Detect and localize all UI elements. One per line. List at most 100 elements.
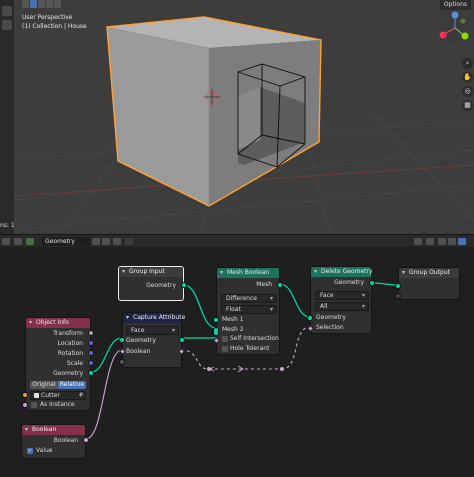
node-tree-icon[interactable] <box>26 238 34 245</box>
mesh2-label: Mesh 2 <box>222 326 244 333</box>
scale-socket[interactable] <box>88 360 94 366</box>
hole-tolerant-checkbox[interactable] <box>222 346 228 352</box>
transform-output-label: Transform <box>53 330 83 337</box>
view-menu-icon[interactable] <box>14 238 22 245</box>
capture-geometry-in-socket[interactable] <box>119 337 125 343</box>
close-icon[interactable] <box>113 238 121 245</box>
group-input-geometry-socket[interactable] <box>181 282 187 288</box>
select-extend-icon[interactable] <box>38 0 45 8</box>
clear-object-icon[interactable]: ✕ <box>79 391 84 398</box>
value-checkbox[interactable]: ✓ <box>27 448 33 454</box>
snap-icon[interactable] <box>426 238 434 245</box>
group-output-extra-socket[interactable] <box>395 293 401 299</box>
group-input-header[interactable]: Group Input <box>119 267 183 277</box>
3d-viewport[interactable]: User Perspective (1) Collection | House … <box>0 0 474 234</box>
location-socket[interactable] <box>88 340 94 346</box>
capture-attribute-header[interactable]: Capture Attribute <box>123 313 185 323</box>
delete-geometry-output-socket[interactable] <box>369 280 375 286</box>
sidebar-cut-text: ns: 1 <box>0 222 15 229</box>
boolean-header[interactable]: Boolean <box>22 425 85 435</box>
link-mesh-to-delete <box>279 283 311 318</box>
mesh1-socket[interactable] <box>213 317 219 323</box>
select-subtract-icon[interactable] <box>46 0 53 8</box>
select-box-icon[interactable] <box>30 0 37 8</box>
object-input-socket[interactable] <box>22 392 28 398</box>
as-instance-socket[interactable] <box>22 402 28 408</box>
overlays-toggle-icon[interactable] <box>458 238 466 245</box>
grid-icon[interactable]: ▦ <box>462 100 473 111</box>
delete-geometry-label: Geometry <box>316 314 346 321</box>
viewport-scene[interactable] <box>0 0 474 234</box>
proportional-icon[interactable] <box>438 238 446 245</box>
select-mode-icon[interactable] <box>22 0 29 8</box>
boolean-output-socket[interactable] <box>83 437 89 443</box>
transform-socket[interactable] <box>88 330 94 336</box>
mode-relative-button[interactable]: Relative <box>58 381 86 389</box>
as-instance-checkbox[interactable] <box>31 402 37 408</box>
as-instance-label: As Instance <box>40 401 75 408</box>
capture-extra-socket[interactable] <box>119 359 125 365</box>
mesh-boolean-output-socket[interactable] <box>277 282 283 288</box>
link-group-input-to-mesh2 <box>183 284 217 329</box>
delete-geometry-input-socket[interactable] <box>307 315 313 321</box>
options-button[interactable]: Options <box>439 0 471 10</box>
hole-tolerant-label: Hole Tolerant <box>230 345 270 352</box>
mesh2-socket[interactable] <box>213 327 219 336</box>
boolean-output-label: Boolean <box>53 437 78 444</box>
copy-icon[interactable] <box>102 238 110 245</box>
boolean-node[interactable]: Boolean Boolean ✓ Value <box>21 424 89 459</box>
mesh-output-label: Mesh <box>256 281 272 288</box>
delete-geometry-header[interactable]: Delete Geometry <box>311 267 373 277</box>
hand-icon[interactable]: ✋ <box>462 72 473 83</box>
delete-mode-dropdown[interactable]: All <box>315 302 369 311</box>
cursor-tool-icon[interactable] <box>2 20 12 30</box>
select-tool-icon[interactable] <box>2 6 12 16</box>
capture-domain-dropdown[interactable]: Face <box>126 326 179 335</box>
group-output-header[interactable]: Group Output <box>399 268 459 278</box>
object-info-node[interactable]: Object Info Transform Location Rotation … <box>22 317 94 411</box>
mesh-boolean-node[interactable]: Mesh Boolean Mesh Difference Float Mesh … <box>212 267 283 355</box>
zoom-icon[interactable]: ⌕ <box>462 58 473 69</box>
node-editor-canvas[interactable]: Group Input Geometry Object Info Transfo… <box>0 247 474 477</box>
fake-user-icon[interactable] <box>92 238 100 245</box>
sidebar-toggle-icon[interactable] <box>448 238 456 245</box>
delete-output-label: Geometry <box>334 279 364 286</box>
mesh-boolean-header[interactable]: Mesh Boolean <box>217 268 279 278</box>
rotation-output-label: Rotation <box>57 350 83 357</box>
capture-attribute-node[interactable]: Capture Attribute Face Geometry Boolean <box>118 312 185 368</box>
delete-domain-dropdown[interactable]: Face <box>315 291 369 300</box>
select-invert-icon[interactable] <box>54 0 61 8</box>
rotation-socket[interactable] <box>88 350 94 356</box>
operation-dropdown[interactable]: Difference <box>221 294 277 303</box>
object-name: Cutter <box>41 392 60 399</box>
camera-icon[interactable]: ◎ <box>462 86 473 97</box>
capture-boolean-label: Boolean <box>126 348 151 355</box>
solver-dropdown[interactable]: Float <box>221 305 277 314</box>
editor-type-icon[interactable] <box>2 238 10 245</box>
object-field[interactable]: Cutter <box>30 391 86 400</box>
view-name: User Perspective <box>22 14 73 21</box>
node-tree-name-field[interactable]: Geometry Nodes <box>42 237 90 254</box>
overlay-icon[interactable] <box>414 238 422 245</box>
self-intersection-label: Self Intersection <box>230 335 279 342</box>
delete-geometry-node[interactable]: Delete Geometry Geometry Face All Geomet… <box>306 266 375 334</box>
value-label: Value <box>36 447 53 454</box>
group-input-geometry-label: Geometry <box>146 282 176 289</box>
scale-output-label: Scale <box>66 360 83 367</box>
gizmo-x-icon <box>439 31 447 39</box>
select-mode-icons <box>22 0 61 10</box>
mode-original-button[interactable]: Original <box>30 381 58 389</box>
tool-shelf <box>0 0 14 234</box>
capture-geometry-out-socket[interactable] <box>179 337 185 343</box>
group-output-geometry-socket[interactable] <box>395 283 401 289</box>
selection-label: Selection <box>316 324 344 331</box>
geometry-output-label: Geometry <box>53 370 83 377</box>
group-input-node[interactable]: Group Input Geometry <box>118 266 187 301</box>
location-output-label: Location <box>57 340 83 347</box>
object-info-header[interactable]: Object Info <box>26 318 90 328</box>
navigation-gizmo[interactable] <box>439 11 470 43</box>
object-geometry-socket[interactable] <box>88 370 94 376</box>
group-output-node[interactable]: Group Output <box>395 267 460 300</box>
pin-icon[interactable] <box>125 238 133 245</box>
self-intersection-checkbox[interactable] <box>222 336 228 342</box>
